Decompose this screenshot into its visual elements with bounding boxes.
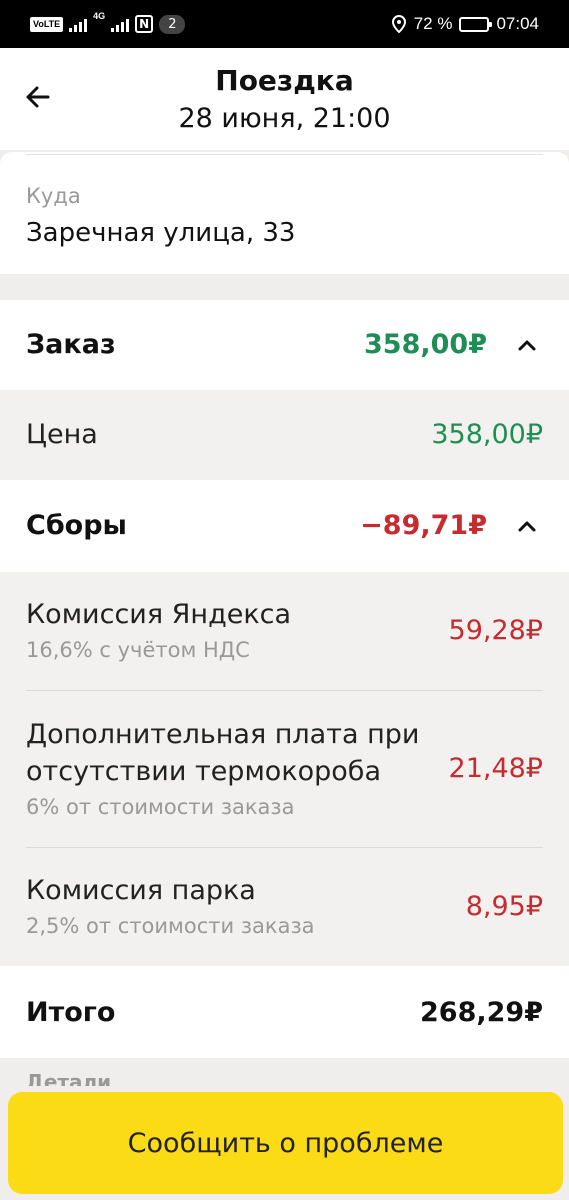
fee-item-amount: 8,95₽ xyxy=(465,891,543,922)
order-label: Заказ xyxy=(26,329,116,360)
volte-icon: VoLTE xyxy=(30,16,64,32)
location-icon xyxy=(391,15,406,33)
total-amount: 268,29₽ xyxy=(420,997,543,1028)
fee-item-note: 6% от стоимости заказа xyxy=(26,795,295,819)
status-left: VoLTE 4G N 2 xyxy=(30,11,186,36)
order-amount: 358,00₽ xyxy=(364,329,487,360)
price-amount: 358,00₽ xyxy=(431,419,543,450)
fees-row[interactable]: Сборы −89,71₽ xyxy=(0,480,569,572)
fee-item-note: 2,5% от стоимости заказа xyxy=(26,914,315,938)
battery-percent: 72 % xyxy=(413,14,453,33)
network-type: 4G xyxy=(93,11,106,21)
divider xyxy=(26,690,543,691)
report-problem-button[interactable]: Сообщить о проблеме xyxy=(8,1092,563,1194)
total-label: Итого xyxy=(26,997,116,1028)
page-header: Поездка 28 июня, 21:00 xyxy=(0,48,569,150)
signal-icon xyxy=(69,16,88,32)
notification-count-badge: 2 xyxy=(159,14,186,34)
fee-item-name-line1: Дополнительная плата при xyxy=(26,719,420,750)
clock: 07:04 xyxy=(496,14,539,33)
fee-item-amount: 21,48₽ xyxy=(448,753,543,784)
fee-items-list: Комиссия Яндекса 16,6% с учётом НДС 59,2… xyxy=(0,572,569,966)
chevron-up-icon[interactable] xyxy=(515,514,539,538)
fee-item-amount: 59,28₽ xyxy=(448,615,543,646)
fees-amount: −89,71₽ xyxy=(360,510,487,541)
divider xyxy=(26,847,543,848)
bottom-bar: Сообщить о проблеме xyxy=(0,1086,569,1200)
price-row: Цена 358,00₽ xyxy=(0,390,569,480)
destination-address: Заречная улица, 33 xyxy=(26,218,296,248)
fee-item-name: Комиссия парка xyxy=(26,875,256,906)
fees-label: Сборы xyxy=(26,510,127,541)
nfc-icon: N xyxy=(135,15,154,33)
chevron-up-icon[interactable] xyxy=(515,333,539,357)
divider xyxy=(26,154,543,155)
destination-card: Куда Заречная улица, 33 xyxy=(0,152,569,274)
page-title: Поездка xyxy=(215,64,354,97)
status-right: 72 % 07:04 xyxy=(391,12,539,36)
status-bar: VoLTE 4G N 2 72 % 07:04 xyxy=(0,0,569,48)
fee-item-name: Комиссия Яндекса xyxy=(26,599,292,630)
destination-label: Куда xyxy=(26,184,81,208)
page-subtitle: 28 июня, 21:00 xyxy=(178,103,391,134)
signal-icon-2 xyxy=(111,16,130,32)
battery-icon xyxy=(459,16,493,32)
order-row[interactable]: Заказ 358,00₽ xyxy=(0,300,569,390)
total-row: Итого 268,29₽ xyxy=(0,966,569,1058)
fee-item-name-line2: отсутствии термокороба xyxy=(26,756,382,787)
fee-item-note: 16,6% с учётом НДС xyxy=(26,638,250,662)
price-label: Цена xyxy=(26,419,98,450)
